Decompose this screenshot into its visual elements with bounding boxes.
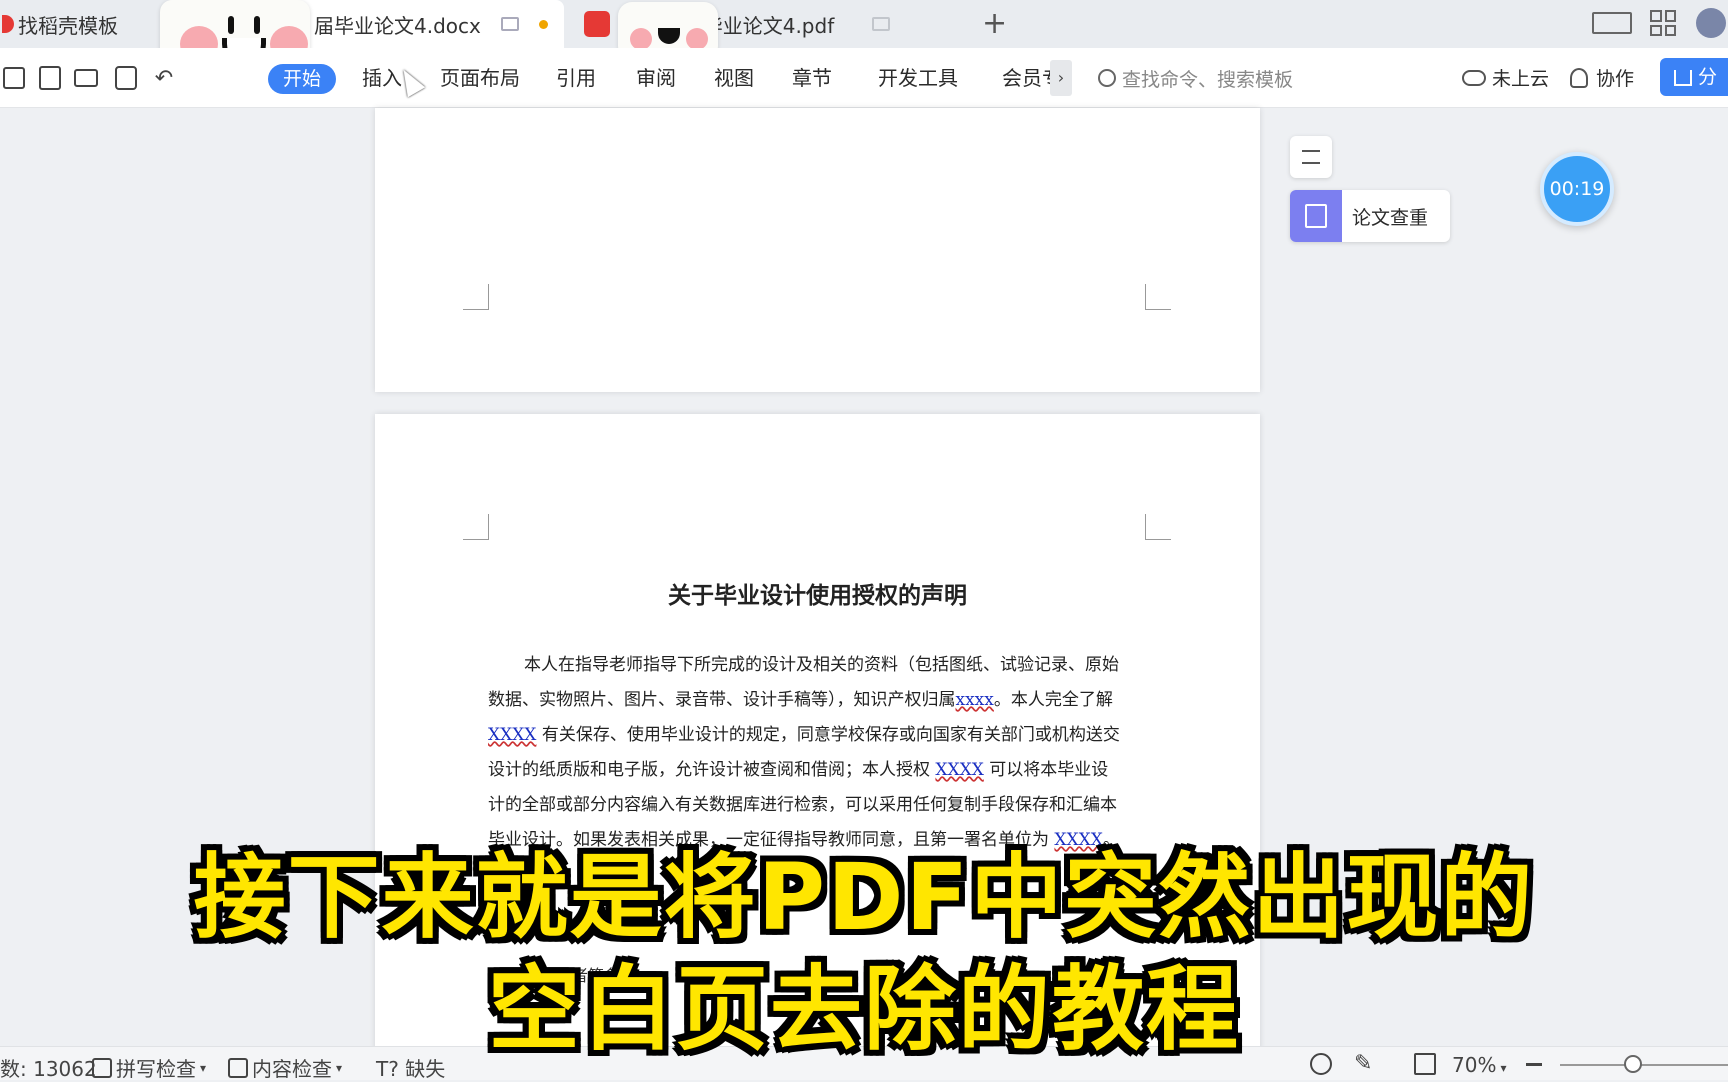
export-pdf-icon[interactable] bbox=[36, 64, 64, 92]
caption-line-1: 接下来就是将PDF中突然出现的 bbox=[193, 844, 1535, 951]
menu-layout[interactable]: 页面布局 bbox=[440, 64, 520, 92]
paper-check-label: 论文查重 bbox=[1352, 206, 1429, 229]
undo-icon[interactable]: ↶ bbox=[150, 64, 178, 92]
margin-corner-mark bbox=[1145, 284, 1171, 310]
unsaved-dot-icon bbox=[538, 19, 548, 29]
layout-icon[interactable] bbox=[1592, 12, 1632, 34]
menu-start[interactable]: 开始 bbox=[268, 64, 336, 94]
zoom-out-button[interactable] bbox=[1526, 1063, 1542, 1066]
avatar[interactable] bbox=[1696, 8, 1726, 38]
timer-badge: 00:19 bbox=[1540, 152, 1614, 226]
margin-corner-mark bbox=[463, 514, 489, 540]
document-title: 关于毕业设计使用授权的声明 bbox=[668, 582, 967, 609]
cloud-label: 未上云 bbox=[1492, 68, 1550, 90]
monitor-icon bbox=[872, 17, 891, 31]
eject-icon bbox=[1302, 150, 1320, 164]
page-blank[interactable] bbox=[375, 108, 1260, 392]
new-tab-button[interactable]: + bbox=[982, 6, 1007, 42]
zoom-slider[interactable] bbox=[1560, 1064, 1728, 1066]
menu-view[interactable]: 视图 bbox=[714, 64, 754, 92]
menu-chapter[interactable]: 章节 bbox=[792, 64, 832, 92]
menu-dev[interactable]: 开发工具 bbox=[878, 64, 958, 92]
margin-corner-mark bbox=[1145, 514, 1171, 540]
share-button[interactable]: 分 bbox=[1660, 58, 1728, 96]
save-icon[interactable] bbox=[0, 64, 28, 92]
menu-cite[interactable]: 引用 bbox=[556, 64, 596, 92]
paragraph-line-3: XXXX 有关保存、使用毕业设计的规定，同意学校保存或向国家有关部门或机构送交 bbox=[488, 725, 1120, 745]
search-box[interactable]: 查找命令、搜索模板 bbox=[1098, 60, 1358, 96]
share-icon bbox=[1674, 69, 1692, 86]
tab-templates-label: 找稻壳模板 bbox=[18, 13, 118, 38]
margin-corner-mark bbox=[463, 284, 489, 310]
search-placeholder: 查找命令、搜索模板 bbox=[1122, 68, 1294, 91]
paragraph-line-2: 数据、实物照片、图片、录音带、设计手稿等），知识产权归属xxxx。本人完全了解 bbox=[488, 690, 1113, 710]
grid-icon[interactable] bbox=[1650, 10, 1676, 36]
print-icon[interactable] bbox=[72, 64, 100, 92]
collab-label: 协作 bbox=[1596, 68, 1635, 90]
menu-member[interactable]: 会员专 bbox=[1002, 64, 1050, 92]
menu-more-button[interactable]: › bbox=[1050, 60, 1072, 96]
cloud-icon bbox=[1462, 69, 1486, 86]
share-label: 分 bbox=[1698, 66, 1718, 88]
pdf-icon bbox=[584, 11, 610, 37]
paragraph-line-1: 本人在指导老师指导下所完成的设计及相关的资料（包括图纸、试验记录、原始 bbox=[524, 655, 1119, 675]
paper-check-button[interactable]: 论文查重 bbox=[1290, 190, 1450, 242]
tab-docx-label: 届毕业论文4.docx bbox=[314, 13, 481, 38]
user-add-icon bbox=[1570, 67, 1588, 88]
collab-button[interactable]: 协作 bbox=[1570, 64, 1634, 91]
paper-check-icon bbox=[1290, 190, 1342, 242]
menu-review[interactable]: 审阅 bbox=[636, 64, 676, 92]
wps-logo-icon bbox=[2, 15, 14, 33]
cloud-status-button[interactable]: 未上云 bbox=[1462, 64, 1549, 91]
paragraph-line-4: 设计的纸质版和电子版，允许设计被查阅和借阅；本人授权 XXXX 可以将本毕业设 bbox=[488, 760, 1109, 780]
caption-line-2: 空白页去除的教程 bbox=[487, 956, 1240, 1063]
collapse-panel-button[interactable] bbox=[1290, 136, 1332, 178]
tab-templates[interactable]: 找稻壳模板 bbox=[0, 0, 160, 48]
preview-icon[interactable] bbox=[112, 64, 140, 92]
monitor-icon bbox=[500, 17, 519, 31]
search-icon bbox=[1098, 69, 1116, 87]
paragraph-line-5: 计的全部或部分内容编入有关数据库进行检索，可以采用任何复制手段保存和汇编本 bbox=[488, 795, 1117, 815]
